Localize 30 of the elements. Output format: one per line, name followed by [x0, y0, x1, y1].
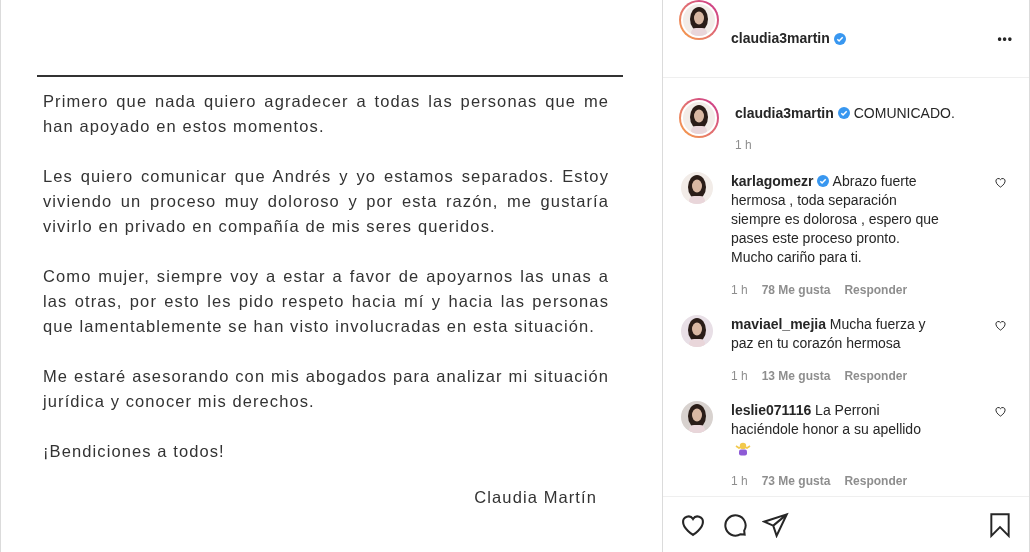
- heart-icon[interactable]: [994, 176, 1007, 189]
- letter-paragraph: Primero que nada quiero agradecer a todas las personas que me han apoyado en estos momentos.: [43, 91, 609, 137]
- more-options-button[interactable]: •••: [997, 29, 1013, 48]
- comment-text: leslie071116 La Perroni haciéndole honor a su apellido: [731, 401, 939, 458]
- reply-link[interactable]: Responder: [844, 367, 908, 385]
- comment-text: karlagomezr Abrazo fuerte hermosa , toda separación siempre es dolorosa , espero que pases este proceso pronto. Mucho cariño para ti.: [731, 172, 939, 267]
- letter-paragraph: Les quiero comunicar que Andrés y yo estamos separados. Estoy viviendo un proceso muy doloroso y por esta razón, me gustaría vivirlo en privado en compañía de mis seres queridos.: [43, 166, 609, 237]
- reply-link[interactable]: Responder: [844, 281, 908, 299]
- like-count[interactable]: 13 Me gusta: [761, 367, 831, 385]
- avatar-ring[interactable]: [679, 0, 719, 40]
- comment-time: 1 h: [731, 368, 748, 385]
- avatar-ring[interactable]: [679, 98, 719, 138]
- like-count[interactable]: 73 Me gusta: [761, 472, 831, 490]
- like-count[interactable]: 78 Me gusta: [761, 281, 831, 299]
- bookmark-icon[interactable]: [987, 510, 1013, 539]
- signature: Claudia Martín: [474, 487, 597, 508]
- caption-text: claudia3martin COMUNICADO.: [735, 104, 955, 122]
- letter-paragraph: ¡Bendiciones a todos!: [43, 441, 226, 462]
- comment-icon[interactable]: [721, 511, 748, 538]
- letter-paragraph: Me estaré asesorando con mis abogados para analizar mi situación jurídica y conocer mis derechos.: [43, 366, 609, 412]
- heart-icon[interactable]: [994, 405, 1007, 418]
- heart-icon[interactable]: [994, 319, 1007, 332]
- reply-link[interactable]: Responder: [844, 472, 908, 490]
- comment-time: 1 h: [731, 282, 748, 299]
- comment-time: 1 h: [731, 473, 748, 490]
- send-icon[interactable]: [762, 511, 789, 538]
- comment-text: maviael_mejia Mucha fuerza y paz en tu corazón hermosa: [731, 315, 927, 353]
- username[interactable]: claudia3martin: [731, 28, 846, 49]
- timestamp: 1 h: [735, 137, 753, 154]
- letter-paragraph: Como mujer, siempre voy a estar a favor de apoyarnos las unas a las otras, por esto les pido respeto hacia mí y hacia las personas que lamentablemente se han visto involucradas en esta situación.: [43, 266, 609, 337]
